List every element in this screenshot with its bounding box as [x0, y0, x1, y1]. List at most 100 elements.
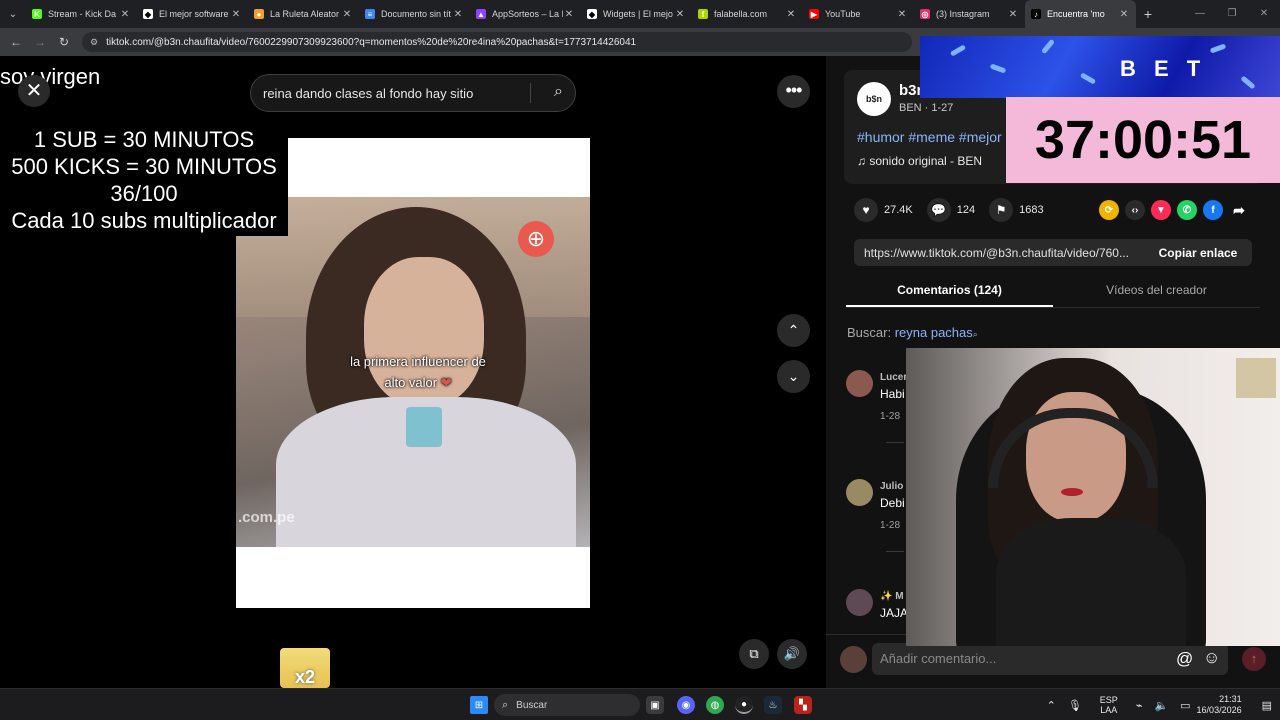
browser-tab[interactable]: ♪ Encuentra 'mo ✕: [1025, 0, 1136, 28]
caption-line-2: alto valor: [384, 375, 438, 390]
more-options-button[interactable]: •••: [777, 75, 810, 108]
comment-button[interactable]: 💬 124: [926, 198, 975, 222]
video-content[interactable]: ⊕ .com.pe la primera influencer de alto …: [236, 197, 590, 547]
creator-avatar[interactable]: b$n: [857, 82, 891, 116]
tab-close-icon[interactable]: ✕: [785, 9, 797, 20]
send-comment-button[interactable]: ↑: [1242, 647, 1266, 671]
sound-link[interactable]: ♫ sonido original - BEN: [857, 154, 982, 168]
tab-favicon-icon: ▶: [809, 9, 819, 19]
tab-close-icon[interactable]: ✕: [119, 9, 131, 20]
tab-close-icon[interactable]: ✕: [896, 9, 908, 20]
chrome-icon[interactable]: ◍: [706, 696, 724, 714]
minimize-icon[interactable]: —: [1184, 0, 1216, 28]
browser-tab[interactable]: ● La Ruleta Aleator ✕: [248, 0, 359, 28]
browser-tab[interactable]: ◆ El mejor software ✕: [137, 0, 248, 28]
floating-player-icon[interactable]: ⧉: [739, 639, 769, 669]
video-link-text[interactable]: https://www.tiktok.com/@b3n.chaufita/vid…: [854, 246, 1144, 260]
start-menu-icon[interactable]: ⊞: [470, 696, 488, 714]
task-view-icon[interactable]: ▣: [646, 696, 664, 714]
notification-icon[interactable]: ▤: [1262, 699, 1272, 712]
browser-tab[interactable]: ◎ (3) Instagram ✕: [914, 0, 1025, 28]
webcam-overlay: [906, 348, 1280, 646]
whatsapp-icon[interactable]: ✆: [1177, 200, 1197, 220]
system-tray: ⌃ 🎙 ESP LAA ⌁ 🔈 ▭ 21:31 16/03/2026 ▤: [1041, 689, 1280, 720]
tab-search-menu-icon[interactable]: ⌄: [0, 0, 26, 28]
clock[interactable]: 21:31 16/03/2026: [1197, 694, 1242, 716]
rule-line: 1 SUB = 30 MINUTOS: [33, 127, 255, 152]
tab-favicon-icon: K: [32, 9, 42, 19]
panel-tabs: Comentarios (124) Vídeos del creador: [846, 278, 1260, 308]
forward-icon[interactable]: →: [28, 35, 52, 49]
tab-close-icon[interactable]: ✕: [452, 9, 464, 20]
browser-tab[interactable]: ▲ AppSorteos – La I ✕: [470, 0, 581, 28]
repost-icon[interactable]: ⟳: [1099, 200, 1119, 220]
heart-icon: ♥: [854, 198, 878, 222]
save-button[interactable]: ⚑ 1683: [989, 198, 1044, 222]
tab-label: (3) Instagram: [936, 9, 990, 19]
close-window-icon[interactable]: ✕: [1248, 0, 1280, 28]
banner-particle: [1209, 43, 1227, 54]
url-field[interactable]: ⚙ tiktok.com/@b3n.chaufita/video/7600229…: [82, 32, 912, 52]
browser-tab[interactable]: f falabella.com ✕: [692, 0, 803, 28]
share-arrow-icon[interactable]: ➦: [1229, 200, 1249, 220]
search-icon[interactable]: ⌕: [554, 83, 563, 101]
commenter-avatar[interactable]: [846, 589, 873, 616]
commenter-avatar[interactable]: [846, 370, 873, 397]
obs-icon[interactable]: ●: [735, 696, 753, 714]
send-icon[interactable]: ▼: [1151, 200, 1171, 220]
browser-tabbar: ⌄ K Stream - Kick Da ✕ ◆ El mejor software ✕ ●…: [0, 0, 1280, 28]
tab-close-icon[interactable]: ✕: [563, 9, 575, 20]
copy-link-button[interactable]: Copiar enlace: [1144, 246, 1252, 260]
browser-tab[interactable]: K Stream - Kick Da ✕: [26, 0, 137, 28]
commenter-name[interactable]: Lucer: [880, 372, 907, 383]
discord-icon[interactable]: ◉: [677, 696, 695, 714]
tab-close-icon[interactable]: ✕: [230, 9, 242, 20]
commenter-avatar[interactable]: [846, 479, 873, 506]
commenter-name[interactable]: Julio: [880, 481, 903, 492]
browser-tab[interactable]: ≡ Documento sin tít ✕: [359, 0, 470, 28]
tab-creator-videos[interactable]: Vídeos del creador: [1053, 278, 1260, 307]
comment-input[interactable]: Añadir comentario...: [872, 643, 1228, 675]
tab-favicon-icon: ≡: [365, 9, 375, 19]
banner-particle: [1079, 72, 1097, 85]
next-video-button[interactable]: ⌄: [777, 360, 810, 393]
like-button[interactable]: ♥ 27.4K: [854, 198, 913, 222]
tab-close-icon[interactable]: ✕: [1118, 9, 1130, 20]
comment-search-term[interactable]: reyna pachas: [895, 325, 973, 340]
lang-code: ESP: [1099, 695, 1118, 705]
browser-tab[interactable]: ◆ Widgets | El mejo ✕: [581, 0, 692, 28]
taskbar-search[interactable]: ⌕ Buscar: [494, 694, 640, 716]
commenter-name[interactable]: ✨ M: [880, 591, 904, 602]
emoji-icon[interactable]: ☺: [1203, 648, 1220, 668]
facebook-icon[interactable]: f: [1203, 200, 1223, 220]
network-icon[interactable]: ⌁: [1136, 699, 1143, 712]
reload-icon[interactable]: ↻: [52, 35, 76, 49]
video-hashtags[interactable]: #humor #meme #mejor: [857, 129, 1002, 145]
speaker-icon[interactable]: 🔈: [1154, 699, 1168, 712]
new-tab-button[interactable]: +: [1136, 6, 1160, 22]
close-icon[interactable]: ✕: [18, 75, 50, 107]
browser-tab[interactable]: ▶ YouTube ✕: [803, 0, 914, 28]
tab-close-icon[interactable]: ✕: [1007, 9, 1019, 20]
chevron-up-icon[interactable]: ⌃: [1047, 699, 1056, 712]
tab-label: falabella.com: [714, 9, 768, 19]
maximize-icon[interactable]: ❐: [1216, 0, 1248, 28]
tab-close-icon[interactable]: ✕: [674, 9, 686, 20]
back-icon[interactable]: ←: [4, 35, 28, 49]
tiktok-search-input[interactable]: reina dando clases al fondo hay sitio ⌕: [250, 74, 576, 112]
steam-icon[interactable]: ♨: [764, 696, 782, 714]
microphone-icon[interactable]: 🎙: [1068, 699, 1082, 712]
tab-close-icon[interactable]: ✕: [341, 9, 353, 20]
tab-comments[interactable]: Comentarios (124): [846, 278, 1053, 307]
embed-icon[interactable]: ‹›: [1125, 200, 1145, 220]
sub-progress: 36/100: [110, 181, 178, 206]
language-indicator[interactable]: ESP LAA: [1100, 695, 1118, 715]
previous-video-button[interactable]: ⌃: [777, 314, 810, 347]
site-info-icon[interactable]: ⚙: [90, 37, 98, 48]
subathon-timer: 37:00:51: [1006, 97, 1280, 183]
volume-icon[interactable]: 🔊: [777, 639, 807, 669]
mention-icon[interactable]: @: [1176, 649, 1193, 669]
battery-icon[interactable]: ▭: [1180, 699, 1190, 712]
comment-search-suggestion[interactable]: Buscar: reyna pachas⌕: [847, 325, 978, 340]
dota-icon[interactable]: ▚: [794, 696, 812, 714]
